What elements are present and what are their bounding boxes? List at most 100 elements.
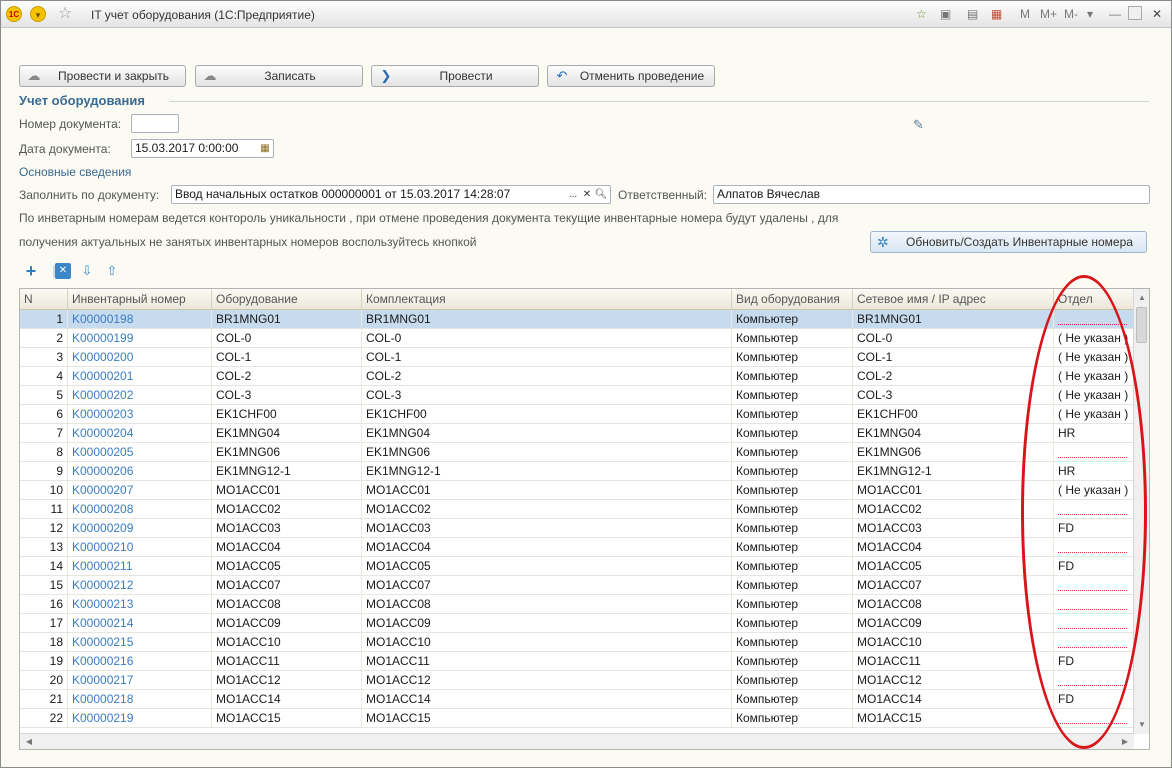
scroll-up-icon[interactable]: ▲	[1136, 292, 1148, 304]
table-row[interactable]: 19 K00000216 MO1ACC11 MO1ACC11 Компьютер MO1A…	[20, 652, 1134, 671]
cell-kit[interactable]: MO1ACC05	[362, 557, 732, 575]
cell-n[interactable]: 21	[20, 690, 68, 708]
table-row[interactable]: 10 K00000207 MO1ACC01 MO1ACC01 Компьютер MO1A…	[20, 481, 1134, 500]
cell-kit[interactable]: MO1ACC12	[362, 671, 732, 689]
table-row[interactable]: 6 K00000203 EK1CHF00 EK1CHF00 Компьютер EK1CH…	[20, 405, 1134, 424]
cell-kit[interactable]: MO1ACC14	[362, 690, 732, 708]
column-header-n[interactable]: N	[20, 289, 68, 310]
cell-department[interactable]: ( Не указан )	[1054, 386, 1134, 404]
cell-network-name[interactable]: BR1MNG01	[853, 310, 1054, 328]
cell-type[interactable]: Компьютер	[732, 557, 853, 575]
table-row[interactable]: 1 K00000198 BR1MNG01 BR1MNG01 Компьютер BR1MN…	[20, 310, 1134, 329]
post-and-close-button[interactable]: ☁ Провести и закрыть	[19, 65, 186, 87]
cell-network-name[interactable]: MO1ACC08	[853, 595, 1054, 613]
cell-equipment[interactable]: EK1CHF00	[212, 405, 362, 423]
table-row[interactable]: 15 K00000212 MO1ACC07 MO1ACC07 Компьютер MO1A…	[20, 576, 1134, 595]
cell-equipment[interactable]: MO1ACC08	[212, 595, 362, 613]
table-row[interactable]: 14 K00000211 MO1ACC05 MO1ACC05 Компьютер MO1A…	[20, 557, 1134, 576]
open-search-icon[interactable]: 🔍︎	[594, 186, 608, 203]
cell-type[interactable]: Компьютер	[732, 424, 853, 442]
cell-network-name[interactable]: COL-0	[853, 329, 1054, 347]
cell-equipment[interactable]: MO1ACC04	[212, 538, 362, 556]
table-row[interactable]: 22 K00000219 MO1ACC15 MO1ACC15 Компьютер MO1A…	[20, 709, 1134, 728]
cell-kit[interactable]: MO1ACC09	[362, 614, 732, 632]
cell-kit[interactable]: MO1ACC07	[362, 576, 732, 594]
cell-type[interactable]: Компьютер	[732, 329, 853, 347]
cell-department[interactable]: FD	[1054, 557, 1134, 575]
delete-row-icon[interactable]: ✕	[55, 263, 71, 279]
cell-network-name[interactable]: MO1ACC10	[853, 633, 1054, 651]
cell-n[interactable]: 7	[20, 424, 68, 442]
cell-equipment[interactable]: MO1ACC15	[212, 709, 362, 727]
cell-equipment[interactable]: MO1ACC05	[212, 557, 362, 575]
cell-type[interactable]: Компьютер	[732, 690, 853, 708]
cell-kit[interactable]: MO1ACC03	[362, 519, 732, 537]
cell-type[interactable]: Компьютер	[732, 443, 853, 461]
cell-kit[interactable]: COL-3	[362, 386, 732, 404]
cell-department[interactable]	[1054, 576, 1134, 594]
cell-network-name[interactable]: EK1CHF00	[853, 405, 1054, 423]
cell-equipment[interactable]: EK1MNG12-1	[212, 462, 362, 480]
cell-department[interactable]	[1054, 671, 1134, 689]
cell-kit[interactable]: MO1ACC11	[362, 652, 732, 670]
table-row[interactable]: 9 K00000206 EK1MNG12-1 EK1MNG12-1 Компьютер E…	[20, 462, 1134, 481]
cell-equipment[interactable]: MO1ACC11	[212, 652, 362, 670]
cell-n[interactable]: 4	[20, 367, 68, 385]
column-header-equipment[interactable]: Оборудование	[212, 289, 362, 310]
cell-inventory-number[interactable]: K00000206	[68, 462, 212, 480]
cell-inventory-number[interactable]: K00000209	[68, 519, 212, 537]
table-row[interactable]: 13 K00000210 MO1ACC04 MO1ACC04 Компьютер MO1A…	[20, 538, 1134, 557]
cell-inventory-number[interactable]: K00000218	[68, 690, 212, 708]
cell-network-name[interactable]: COL-2	[853, 367, 1054, 385]
cell-n[interactable]: 6	[20, 405, 68, 423]
cell-department[interactable]	[1054, 633, 1134, 651]
cell-kit[interactable]: MO1ACC08	[362, 595, 732, 613]
cell-type[interactable]: Компьютер	[732, 576, 853, 594]
cell-department[interactable]: ( Не указан )	[1054, 348, 1134, 366]
cell-equipment[interactable]: COL-2	[212, 367, 362, 385]
table-row[interactable]: 4 K00000201 COL-2 COL-2 Компьютер COL-2 ( Не у…	[20, 367, 1134, 386]
cell-inventory-number[interactable]: K00000202	[68, 386, 212, 404]
cell-n[interactable]: 9	[20, 462, 68, 480]
table-row[interactable]: 7 K00000204 EK1MNG04 EK1MNG04 Компьютер EK1MN…	[20, 424, 1134, 443]
scroll-right-icon[interactable]: ▶	[1119, 736, 1131, 748]
cell-department[interactable]	[1054, 443, 1134, 461]
cell-type[interactable]: Компьютер	[732, 652, 853, 670]
cell-network-name[interactable]: MO1ACC04	[853, 538, 1054, 556]
cell-inventory-number[interactable]: K00000215	[68, 633, 212, 651]
cell-equipment[interactable]: COL-1	[212, 348, 362, 366]
table-row[interactable]: 5 K00000202 COL-3 COL-3 Компьютер COL-3 ( Не у…	[20, 386, 1134, 405]
cell-department[interactable]: ( Не указан )	[1054, 367, 1134, 385]
edit-note-icon[interactable]: ✎	[913, 117, 924, 133]
cell-equipment[interactable]: MO1ACC12	[212, 671, 362, 689]
save-button[interactable]: ☁ Записать	[195, 65, 363, 87]
cell-n[interactable]: 14	[20, 557, 68, 575]
cell-n[interactable]: 22	[20, 709, 68, 727]
cell-type[interactable]: Компьютер	[732, 462, 853, 480]
cell-department[interactable]: HR	[1054, 424, 1134, 442]
cell-inventory-number[interactable]: K00000213	[68, 595, 212, 613]
horizontal-scrollbar[interactable]: ◀ ▶	[20, 733, 1134, 749]
table-row[interactable]: 16 K00000213 MO1ACC08 MO1ACC08 Компьютер MO1A…	[20, 595, 1134, 614]
cell-department[interactable]	[1054, 614, 1134, 632]
cell-equipment[interactable]: MO1ACC10	[212, 633, 362, 651]
cell-equipment[interactable]: MO1ACC09	[212, 614, 362, 632]
cell-network-name[interactable]: EK1MNG12-1	[853, 462, 1054, 480]
app-logo-icon[interactable]: 1C	[6, 6, 22, 22]
cell-n[interactable]: 3	[20, 348, 68, 366]
cell-n[interactable]: 20	[20, 671, 68, 689]
cell-n[interactable]: 11	[20, 500, 68, 518]
cell-inventory-number[interactable]: K00000207	[68, 481, 212, 499]
cell-network-name[interactable]: COL-3	[853, 386, 1054, 404]
cell-department[interactable]	[1054, 500, 1134, 518]
cell-kit[interactable]: EK1MNG04	[362, 424, 732, 442]
cell-n[interactable]: 17	[20, 614, 68, 632]
cell-department[interactable]: HR	[1054, 462, 1134, 480]
cell-department[interactable]: FD	[1054, 519, 1134, 537]
cell-department[interactable]: ( Не указан )	[1054, 329, 1134, 347]
scroll-down-icon[interactable]: ▼	[1136, 719, 1148, 731]
favorite-star-icon[interactable]: ☆	[56, 4, 74, 22]
cell-equipment[interactable]: MO1ACC01	[212, 481, 362, 499]
cell-type[interactable]: Компьютер	[732, 671, 853, 689]
main-menu-icon[interactable]: ▾	[30, 6, 46, 22]
